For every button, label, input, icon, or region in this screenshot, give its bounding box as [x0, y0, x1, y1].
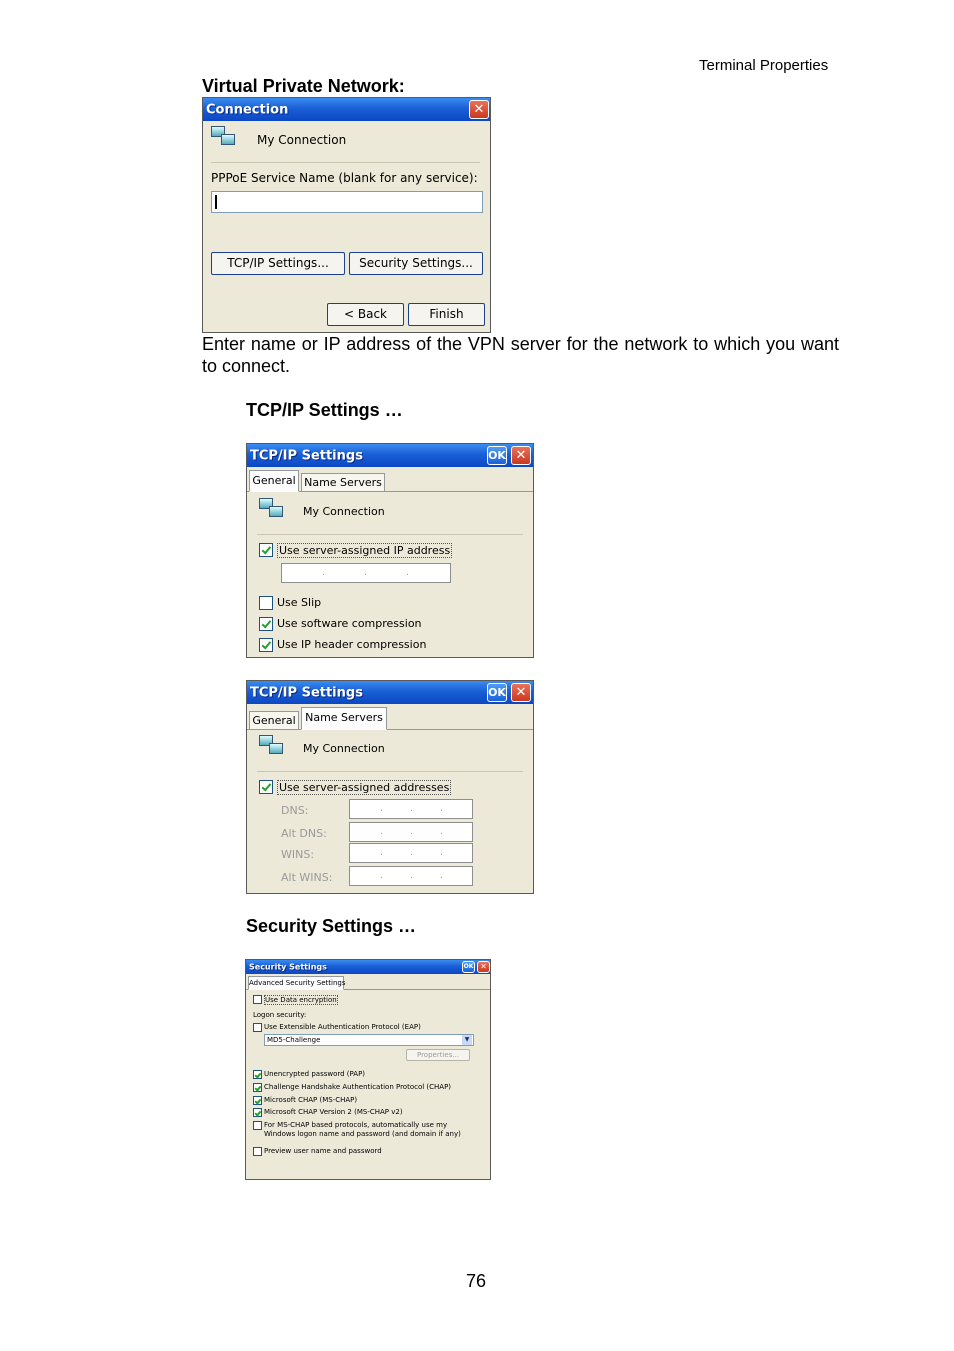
- data-encryption-label: Use Data encryption: [264, 995, 338, 1005]
- software-compression-checkbox[interactable]: [259, 617, 273, 631]
- server-addresses-label: Use server-assigned addresses: [277, 780, 452, 795]
- logon-security-label: Logon security:: [253, 1011, 307, 1019]
- divider: [211, 162, 480, 163]
- alt-wins-label: Alt WINS:: [281, 871, 333, 884]
- finish-button[interactable]: Finish: [408, 303, 485, 326]
- eap-dropdown[interactable]: MD5-Challenge ▼: [264, 1034, 474, 1046]
- mschap-v2-checkbox[interactable]: [253, 1108, 262, 1117]
- connection-name: My Connection: [303, 505, 385, 518]
- security-settings-dialog: Security Settings OK ✕ Advanced Security…: [245, 959, 491, 1180]
- server-ip-label: Use server-assigned IP address: [277, 543, 453, 558]
- connection-name: My Connection: [303, 742, 385, 755]
- description-paragraph: Enter name or IP address of the VPN serv…: [202, 334, 839, 376]
- pppoe-service-input[interactable]: [211, 191, 483, 213]
- dns-label: DNS:: [281, 804, 309, 817]
- tab-general[interactable]: General: [249, 711, 299, 729]
- chevron-down-icon[interactable]: ▼: [462, 1035, 472, 1045]
- eap-label: Use Extensible Authentication Protocol (…: [264, 1023, 421, 1031]
- connection-title: Connection: [206, 102, 289, 117]
- tab-name-servers[interactable]: Name Servers: [301, 473, 385, 491]
- running-header: Terminal Properties: [699, 57, 829, 74]
- use-slip-label: Use Slip: [277, 596, 322, 609]
- ok-button[interactable]: OK: [487, 683, 507, 702]
- server-addresses-checkbox[interactable]: [259, 780, 273, 794]
- security-title: Security Settings: [249, 962, 327, 972]
- ip-address-field[interactable]: ...: [281, 563, 451, 583]
- properties-button[interactable]: Properties...: [406, 1049, 470, 1061]
- divider: [257, 534, 523, 535]
- auto-logon-label-line1: For MS-CHAP based protocols, automatical…: [264, 1121, 448, 1129]
- software-compression-label: Use software compression: [277, 617, 422, 630]
- alt-dns-label: Alt DNS:: [281, 827, 327, 840]
- preview-label: Preview user name and password: [264, 1147, 382, 1155]
- tcp-ip-name-servers-dialog: TCP/IP Settings OK ✕ General Name Server…: [246, 680, 534, 894]
- pap-label: Unencrypted password (PAP): [264, 1070, 366, 1078]
- eap-checkbox[interactable]: [253, 1023, 262, 1032]
- dns-field[interactable]: ...: [349, 799, 473, 819]
- eap-value: MD5-Challenge: [267, 1036, 321, 1044]
- alt-wins-field[interactable]: ...: [349, 866, 473, 886]
- text-cursor: [215, 195, 217, 209]
- connection-dialog: Connection ✕ My Connection PPPoE Service…: [202, 97, 491, 333]
- close-icon[interactable]: ✕: [469, 100, 489, 119]
- wins-label: WINS:: [281, 848, 315, 861]
- close-icon[interactable]: ✕: [511, 446, 531, 465]
- alt-dns-field[interactable]: ...: [349, 822, 473, 842]
- chap-checkbox[interactable]: [253, 1083, 262, 1092]
- tab-name-servers[interactable]: Name Servers: [301, 707, 387, 730]
- use-slip-checkbox[interactable]: [259, 596, 273, 610]
- security-titlebar: Security Settings: [246, 960, 490, 974]
- mschap-checkbox[interactable]: [253, 1096, 262, 1105]
- auto-logon-checkbox[interactable]: [253, 1121, 262, 1130]
- preview-checkbox[interactable]: [253, 1147, 262, 1156]
- tcp-section-title: TCP/IP Settings …: [246, 400, 403, 420]
- mschap-v2-label: Microsoft CHAP Version 2 (MS-CHAP v2): [264, 1108, 403, 1116]
- ok-button[interactable]: OK: [487, 446, 507, 465]
- tcp-ip-settings-button[interactable]: TCP/IP Settings...: [211, 252, 345, 275]
- close-icon[interactable]: ✕: [477, 961, 490, 973]
- network-computer-icon: [259, 735, 289, 763]
- close-icon[interactable]: ✕: [511, 683, 531, 702]
- ok-button[interactable]: OK: [462, 961, 475, 973]
- network-computer-icon: [259, 498, 289, 526]
- security-settings-button[interactable]: Security Settings...: [349, 252, 483, 275]
- auto-logon-label-line2: Windows logon name and password (and dom…: [264, 1130, 461, 1138]
- mschap-label: Microsoft CHAP (MS-CHAP): [264, 1096, 358, 1104]
- tab-advanced-security[interactable]: Advanced Security Settings: [248, 976, 345, 990]
- connection-name: My Connection: [257, 133, 347, 147]
- security-section-title: Security Settings …: [246, 916, 417, 936]
- back-button[interactable]: < Back: [327, 303, 404, 326]
- tcp-title: TCP/IP Settings: [250, 685, 363, 700]
- tab-general[interactable]: General: [249, 470, 299, 492]
- ip-header-compression-checkbox[interactable]: [259, 638, 273, 652]
- pppoe-label: PPPoE Service Name (blank for any servic…: [211, 171, 478, 185]
- server-ip-checkbox[interactable]: [259, 543, 273, 557]
- divider: [257, 771, 523, 772]
- chap-label: Challenge Handshake Authentication Proto…: [264, 1083, 452, 1091]
- connection-titlebar: Connection: [203, 98, 490, 121]
- data-encryption-checkbox[interactable]: [253, 995, 262, 1004]
- wins-field[interactable]: ...: [349, 843, 473, 863]
- tcp-ip-general-dialog: TCP/IP Settings OK ✕ General Name Server…: [246, 443, 534, 658]
- tcp-title: TCP/IP Settings: [250, 448, 363, 463]
- vpn-section-title: Virtual Private Network:: [202, 76, 405, 96]
- network-computer-icon: [211, 126, 241, 154]
- page-number: 76: [466, 1271, 487, 1291]
- pap-checkbox[interactable]: [253, 1070, 262, 1079]
- ip-header-compression-label: Use IP header compression: [277, 638, 427, 651]
